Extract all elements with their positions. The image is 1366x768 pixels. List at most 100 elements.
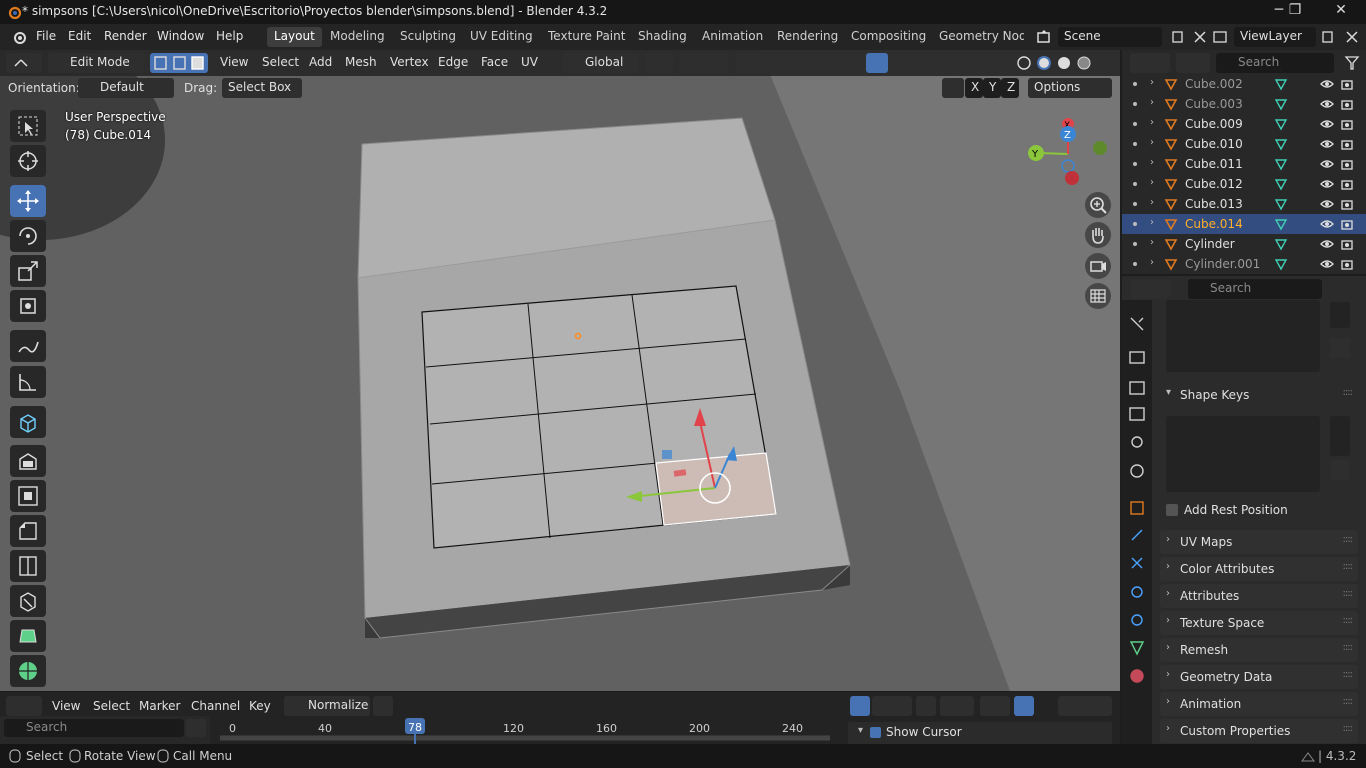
eye-icon[interactable]	[1320, 218, 1334, 230]
eye-icon[interactable]	[1320, 198, 1334, 210]
vp-menu-vertex[interactable]: Vertex	[390, 55, 429, 69]
tab-texture-paint[interactable]: Texture Paint	[541, 27, 632, 47]
eye-icon[interactable]	[1320, 78, 1334, 90]
tl-menu-key[interactable]: Key	[249, 699, 271, 713]
menu-render[interactable]: Render	[104, 29, 147, 43]
zoom-view-button[interactable]	[1085, 192, 1111, 218]
normalize-toggle[interactable]: Normalize	[284, 696, 370, 716]
vp-menu-mesh[interactable]: Mesh	[345, 55, 377, 69]
overlay-toggle-button[interactable]	[910, 53, 948, 73]
tl-menu-marker[interactable]: Marker	[139, 699, 180, 713]
tab-rendering[interactable]: Rendering	[770, 27, 845, 47]
close-window-button[interactable]: ✕	[1318, 2, 1364, 22]
mirror-toggle-button[interactable]	[942, 78, 964, 98]
menu-window[interactable]: Window	[157, 29, 204, 43]
camera-render-icon[interactable]	[1340, 197, 1354, 211]
camera-render-icon[interactable]	[1340, 177, 1354, 191]
expand-arrow-icon[interactable]: ›	[1150, 157, 1154, 168]
transform-orientation-selector[interactable]: Global	[563, 53, 639, 73]
menu-file[interactable]: File	[36, 29, 56, 43]
only-selected-toggle[interactable]	[850, 696, 870, 716]
timeline-snap-toggle[interactable]	[1014, 696, 1034, 716]
properties-tab-icons[interactable]	[1122, 300, 1152, 744]
tab-compositing[interactable]: Compositing	[844, 27, 933, 47]
tl-menu-select[interactable]: Select	[93, 699, 130, 713]
visibility-button[interactable]	[832, 53, 862, 73]
mesh-wireframe[interactable]	[0, 50, 1120, 691]
properties-panel[interactable]: › UV Maps::::	[1160, 530, 1358, 554]
vertex-groups-menu[interactable]	[1330, 338, 1350, 358]
show-cursor-checkbox[interactable]	[870, 727, 881, 738]
pivot-point-button[interactable]	[645, 53, 673, 73]
properties-panel[interactable]: › Texture Space::::	[1160, 611, 1358, 635]
eye-icon[interactable]	[1320, 158, 1334, 170]
vertex-groups-add-remove[interactable]	[1330, 302, 1350, 328]
tl-menu-view[interactable]: View	[52, 699, 80, 713]
shading-mode-group[interactable]	[1014, 53, 1114, 73]
remove-scene-icon[interactable]	[1192, 29, 1208, 45]
vp-menu-face[interactable]: Face	[481, 55, 508, 69]
options-button[interactable]: Options	[1028, 78, 1112, 98]
timeline-proportional-button[interactable]	[1058, 696, 1112, 716]
eye-icon[interactable]	[1320, 238, 1334, 250]
camera-render-icon[interactable]	[1340, 237, 1354, 251]
snap-toggle-button[interactable]	[680, 53, 728, 73]
add-rest-position-checkbox[interactable]	[1166, 504, 1178, 516]
expand-arrow-icon[interactable]: ›	[1150, 117, 1154, 128]
view-layer-icon[interactable]	[1212, 29, 1228, 45]
expand-arrow-icon[interactable]: ›	[1150, 217, 1154, 228]
select-mode-group[interactable]	[150, 53, 208, 73]
vp-menu-select[interactable]: Select	[262, 55, 299, 69]
tool-inset[interactable]	[10, 480, 46, 512]
drag-selector[interactable]: Select Box	[222, 78, 302, 98]
tool-bevel[interactable]	[10, 515, 46, 547]
scene-icon[interactable]	[1036, 29, 1052, 45]
camera-view-button[interactable]	[1085, 253, 1111, 279]
tab-animation[interactable]: Animation	[695, 27, 770, 47]
blender-menu-icon[interactable]	[10, 28, 28, 46]
camera-render-icon[interactable]	[1340, 137, 1354, 151]
camera-render-icon[interactable]	[1340, 217, 1354, 231]
mesh-edit-overlays-button[interactable]	[954, 53, 984, 73]
properties-panel[interactable]: › Custom Properties::::	[1160, 719, 1358, 743]
shape-keys-menu[interactable]	[1330, 460, 1350, 480]
tool-add-cube[interactable]	[10, 406, 46, 438]
camera-render-icon[interactable]	[1340, 77, 1354, 91]
expand-arrow-icon[interactable]: ›	[1150, 137, 1154, 148]
gizmo-toggle-button[interactable]	[866, 53, 888, 73]
editor-type-button[interactable]	[6, 53, 42, 73]
outliner-item[interactable]: › Cube.013	[1122, 194, 1366, 214]
tool-cursor[interactable]	[10, 145, 46, 177]
timeline-pivot-button[interactable]	[980, 696, 1010, 716]
vertex-groups-list[interactable]	[1166, 300, 1320, 372]
tool-rotate[interactable]	[10, 220, 46, 252]
tool-annotate[interactable]	[10, 330, 46, 362]
vp-menu-view[interactable]: View	[220, 55, 248, 69]
tab-geometry-nodes[interactable]: Geometry Node	[932, 27, 1024, 47]
tl-menu-channel[interactable]: Channel	[191, 699, 240, 713]
vp-menu-uv[interactable]: UV	[521, 55, 538, 69]
expand-arrow-icon[interactable]: ›	[1150, 97, 1154, 108]
tool-move[interactable]	[10, 185, 46, 217]
properties-panel[interactable]: › Color Attributes::::	[1160, 557, 1358, 581]
tool-measure[interactable]	[10, 366, 46, 398]
properties-search[interactable]: Search	[1188, 279, 1322, 299]
proportional-edit-button[interactable]	[736, 53, 786, 73]
swap-icon[interactable]	[186, 719, 206, 737]
properties-panel[interactable]: › Geometry Data::::	[1160, 665, 1358, 689]
properties-panel[interactable]: › Animation::::	[1160, 692, 1358, 716]
maximize-button[interactable]: ❐	[1272, 2, 1318, 22]
mode-selector[interactable]: Edit Mode	[48, 53, 144, 73]
eye-icon[interactable]	[1320, 118, 1334, 130]
tab-modeling[interactable]: Modeling	[323, 27, 392, 47]
mirror-y-button[interactable]: Y	[983, 78, 1001, 98]
expand-arrow-icon[interactable]: ›	[1150, 177, 1154, 188]
tab-uv-editing[interactable]: UV Editing	[463, 27, 540, 47]
tool-transform[interactable]	[10, 290, 46, 322]
shape-keys-add-remove[interactable]	[1330, 416, 1350, 456]
camera-render-icon[interactable]	[1340, 257, 1354, 271]
perspective-toggle-button[interactable]	[1085, 283, 1111, 309]
new-view-layer-icon[interactable]	[1320, 29, 1336, 45]
hide-icon[interactable]	[916, 696, 936, 716]
outliner-item[interactable]: › Cube.002	[1122, 74, 1366, 94]
